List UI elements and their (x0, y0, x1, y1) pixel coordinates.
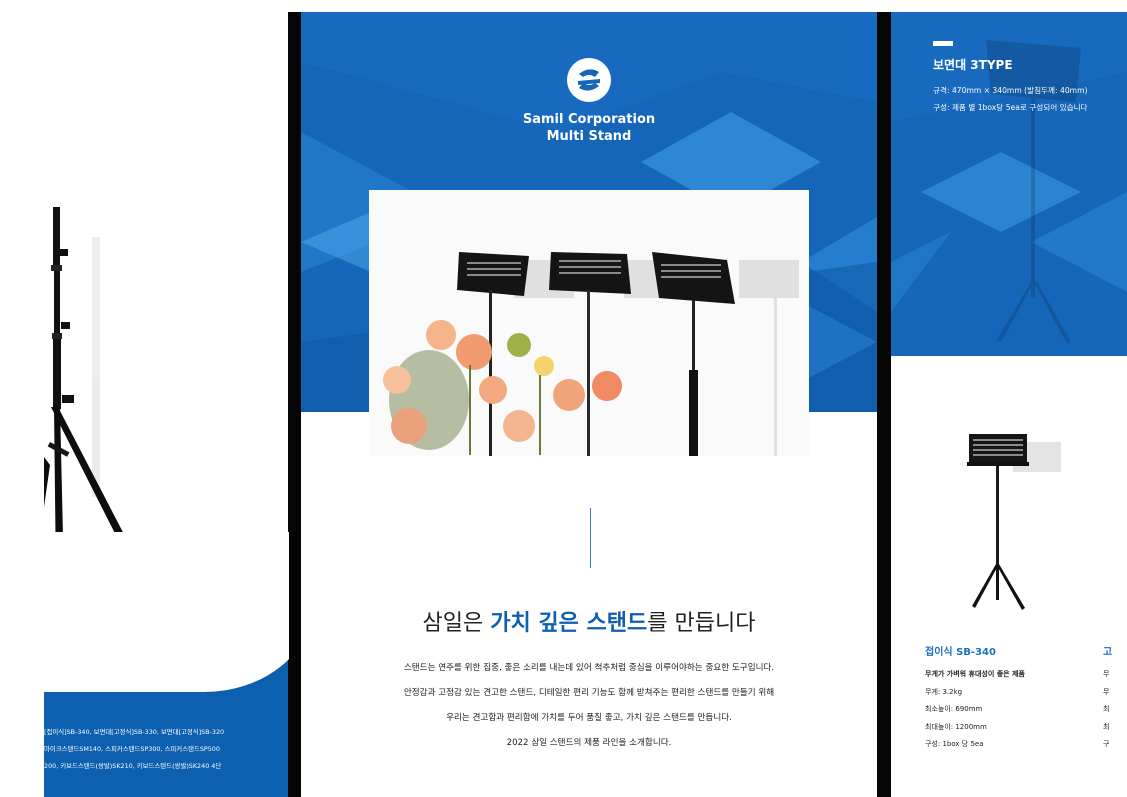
product-spec-line: 무 (1103, 670, 1110, 678)
product-spec-line: 최 (1103, 705, 1110, 713)
music-stands-photo (369, 190, 809, 456)
product-spec-line: 최대높이: 1200mm (925, 722, 987, 731)
product-spec-line: 무 (1103, 687, 1110, 696)
wave-shape-overlay (44, 532, 289, 692)
intro-line: 2022 삼일 스탠드의 제품 라인을 소개합니다. (506, 738, 672, 748)
product-title-cut: 고 (1103, 647, 1113, 658)
page-headline: 삼일은 가치 깊은 스탠드를 만듭니다 (301, 605, 877, 637)
accent-divider-line (590, 508, 591, 568)
intro-line: 스탠드는 연주를 위한 집중, 좋은 소리를 내는데 있어 척추처럼 중심을 이… (403, 663, 775, 673)
product-spec-line: 구 (1103, 740, 1110, 748)
product-spec-list-cut: 무 무 최 최 구 (1103, 666, 1109, 754)
brand-name: Samil Corporation (522, 112, 656, 127)
title-dash (933, 41, 953, 46)
product-spec-line: 최 (1103, 722, 1110, 731)
intro-paragraph: 스탠드는 연주를 위한 집중, 좋은 소리를 내는데 있어 척추처럼 중심을 이… (301, 656, 877, 756)
spec-composition: 구성: 제품 별 1box당 5ea로 구성되어 있습니다 (933, 103, 1088, 112)
spec-banner: 보면대 3TYPE 규격: 470mm × 340mm (발침두께: 40mm)… (891, 12, 1127, 356)
intro-line: 안정감과 고정감 있는 견고한 스탠드, 디테일한 편리 기능도 함께 받쳐주는… (403, 688, 775, 698)
product-spec-list: 무게가 가벼워 휴대성이 좋은 제품 무게: 3.2kg 최소높이: 690mm… (925, 666, 1025, 754)
panel-divider-right (877, 12, 891, 797)
product-list-footer: [접이식]SB-340, 보면대[고정식]SB-330, 보면대[고정식]SB-… (44, 724, 289, 775)
left-brochure-panel: [접이식]SB-340, 보면대[고정식]SB-330, 보면대[고정식]SB-… (44, 12, 289, 797)
product-spec-line: 무게가 가벼워 휴대성이 좋은 제품 (925, 670, 1025, 678)
page: [접이식]SB-340, 보면대[고정식]SB-330, 보면대[고정식]SB-… (0, 0, 1127, 797)
music-stand-product-image (967, 434, 1061, 610)
center-brochure-panel: Samil Corporation Multi Stand 삼일은 가치 깊은 … (301, 12, 877, 797)
product-spec-line: 최소높이: 690mm (925, 705, 983, 713)
brand-subtitle: Multi Stand (546, 129, 632, 144)
product-spec-line: 구성: 1box 당 5ea (925, 740, 984, 748)
panel-divider-left (288, 12, 302, 797)
intro-line: 우리는 견고함과 편리함에 가치를 두어 품질 좋고, 가치 깊은 스탠드를 만… (446, 713, 732, 723)
spec-size: 규격: 470mm × 340mm (발침두께: 40mm) (933, 86, 1088, 95)
footer-line: 마이크스탠드SM140, 스피커스탠드SP300, 스피커스탠드SP500 (44, 745, 220, 753)
product-spec-line: 무게: 3.2kg (925, 687, 963, 696)
speaker-stand-image (44, 207, 144, 579)
headline-suffix: 를 만듭니다 (647, 611, 756, 636)
footer-line: 200, 키보드스탠드(쌍발)SK210, 키보드스탠드(쌍발)SK240 4단 (44, 762, 222, 770)
section-title: 보면대 3TYPE (933, 58, 1013, 72)
headline-prefix: 삼일은 (422, 611, 491, 636)
headline-accent: 가치 깊은 스탠드 (490, 611, 648, 636)
right-brochure-panel: 보면대 3TYPE 규격: 470mm × 340mm (발침두께: 40mm)… (891, 12, 1127, 797)
product-title: 접이식 SB-340 (925, 647, 996, 658)
samil-logo-icon (567, 58, 611, 102)
footer-line: [접이식]SB-340, 보면대[고정식]SB-330, 보면대[고정식]SB-… (44, 728, 225, 736)
